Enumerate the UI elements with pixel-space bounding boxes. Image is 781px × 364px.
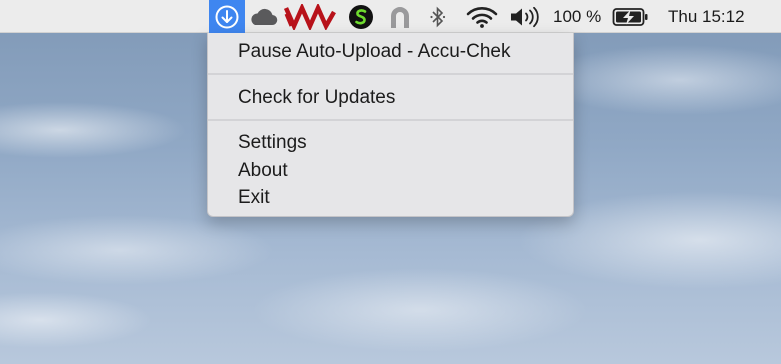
status-menu-dropdown: Pause Auto-Upload - Accu-Chek Check for … (207, 33, 574, 217)
bluetooth-icon (430, 6, 446, 27)
clock: Thu 15:12 (668, 6, 745, 26)
volume-menu-extra[interactable] (508, 0, 544, 33)
menu-bar: 100 % Thu 15:12 (0, 0, 781, 33)
wifi-menu-extra[interactable] (464, 0, 500, 33)
battery-percent-menu-extra[interactable]: 100 % (553, 0, 611, 33)
menu-item-exit[interactable]: Exit (208, 184, 573, 211)
green-s-menu-extra[interactable] (346, 0, 376, 33)
bluetooth-menu-extra[interactable] (424, 0, 452, 33)
cloud-icon (251, 8, 278, 25)
battery-percent: 100 % (553, 6, 602, 26)
zigzag-menu-extra[interactable] (283, 0, 337, 33)
cloud-menu-extra[interactable] (247, 0, 279, 33)
battery-charging-icon (612, 7, 648, 26)
menu-item-settings[interactable]: Settings (208, 129, 573, 156)
volume-icon (511, 6, 539, 27)
zigzag-app-icon (284, 3, 336, 30)
menu-item-pause-auto-upload[interactable]: Pause Auto-Upload - Accu-Chek (208, 38, 573, 65)
menu-separator (208, 73, 573, 75)
accu-chek-menu-extra[interactable] (209, 0, 245, 33)
battery-menu-extra[interactable] (611, 0, 651, 33)
arch-app-icon (391, 6, 409, 28)
download-arrow-icon (215, 5, 239, 28)
arch-menu-extra[interactable] (385, 0, 415, 33)
clock-menu-extra[interactable]: Thu 15:12 (668, 0, 772, 33)
menu-item-check-for-updates[interactable]: Check for Updates (208, 84, 573, 111)
menu-separator (208, 119, 573, 121)
green-s-app-icon (349, 4, 373, 29)
menu-item-about[interactable]: About (208, 157, 573, 184)
wifi-icon (466, 6, 498, 28)
